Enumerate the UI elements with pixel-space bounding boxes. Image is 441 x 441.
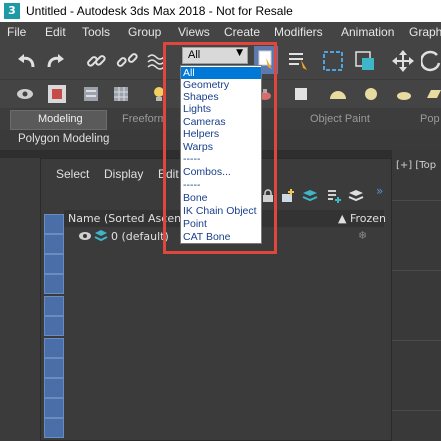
menu-graph[interactable]: Graph xyxy=(409,25,441,39)
shape-dome-icon[interactable] xyxy=(328,86,348,102)
menu-create[interactable]: Create xyxy=(224,25,260,39)
menu-file[interactable]: File xyxy=(7,25,26,39)
redo-icon[interactable] xyxy=(44,50,68,72)
rectangular-selection-icon[interactable] xyxy=(320,48,346,74)
tab-modeling[interactable]: Modeling xyxy=(38,113,83,125)
grid-icon[interactable] xyxy=(112,85,130,103)
sidebar-xref-icon[interactable] xyxy=(44,358,64,378)
sidebar-snow-icon[interactable] xyxy=(44,418,64,438)
menu-bar: File Edit Tools Group Views Create Modif… xyxy=(0,22,441,42)
sidebar-warp-icon[interactable] xyxy=(44,316,64,336)
link-icon[interactable] xyxy=(84,50,108,72)
menu-views[interactable]: Views xyxy=(178,25,210,39)
select-by-name-icon[interactable] xyxy=(286,49,312,73)
scene-menu-display[interactable]: Display xyxy=(104,167,143,181)
rotate-icon[interactable] xyxy=(420,48,441,74)
highlight-annotation-box xyxy=(163,42,277,254)
eye-icon[interactable] xyxy=(16,86,34,102)
layer-toggle-icon[interactable] xyxy=(348,188,364,204)
sidebar-sphere-icon[interactable] xyxy=(44,214,64,234)
grid-line xyxy=(392,340,441,341)
menu-group[interactable]: Group xyxy=(128,25,161,39)
unlink-icon[interactable] xyxy=(115,50,139,72)
menu-tools[interactable]: Tools xyxy=(82,25,110,39)
move-icon[interactable] xyxy=(390,48,416,74)
layer-default-label[interactable]: 0 (default) xyxy=(111,230,169,243)
title-bar: 3 Untitled - Autodesk 3ds Max 2018 - Not… xyxy=(0,0,441,22)
sidebar-group-icon[interactable] xyxy=(44,338,64,358)
layers-stack-icon[interactable] xyxy=(302,188,318,204)
column-frozen-header[interactable]: ▲ Frozen xyxy=(338,212,386,225)
sidebar-helper-icon[interactable] xyxy=(44,296,64,316)
frozen-snowflake-icon[interactable]: ❄ xyxy=(358,229,367,242)
layer-manager-icon[interactable] xyxy=(82,85,100,103)
sidebar-shapes-icon[interactable] xyxy=(44,234,64,254)
scene-menu-select[interactable]: Select xyxy=(56,167,89,181)
menu-animation[interactable]: Animation xyxy=(341,25,394,39)
shape-cube-icon[interactable] xyxy=(292,85,310,103)
left-dock xyxy=(0,158,40,441)
viewport-label[interactable]: [+] [Top xyxy=(396,160,436,171)
scene-explorer-toggle-icon[interactable] xyxy=(48,85,66,103)
expand-arrows-icon[interactable]: » xyxy=(376,184,383,198)
layer-icon xyxy=(94,229,108,243)
shape-plane-icon[interactable] xyxy=(426,86,441,102)
top-viewport[interactable]: [+] [Top xyxy=(392,150,441,441)
sidebar-particle-icon[interactable] xyxy=(44,398,64,418)
undo-icon[interactable] xyxy=(14,50,38,72)
app-icon: 3 xyxy=(4,3,20,19)
menu-edit[interactable]: Edit xyxy=(45,25,66,39)
tab-object-paint[interactable]: Object Paint xyxy=(310,113,370,125)
tab-populate[interactable]: Pop xyxy=(420,113,440,125)
add-to-layer-icon[interactable] xyxy=(326,188,342,204)
sidebar-light-icon[interactable] xyxy=(44,254,64,274)
menu-modifiers[interactable]: Modifiers xyxy=(274,25,323,39)
shape-teapot-icon[interactable] xyxy=(394,86,414,102)
sidebar-bone-icon[interactable] xyxy=(44,378,64,398)
grid-line xyxy=(392,270,441,271)
sidebar-camera-icon[interactable] xyxy=(44,274,64,294)
create-layer-icon[interactable] xyxy=(280,188,296,204)
tab-freeform[interactable]: Freeform xyxy=(122,113,167,125)
window-crossing-icon[interactable] xyxy=(352,48,378,74)
shape-sphere-icon[interactable] xyxy=(362,85,380,103)
grid-line xyxy=(392,410,441,411)
subtab-polygon-modeling[interactable]: Polygon Modeling xyxy=(18,133,109,145)
visibility-eye-icon[interactable] xyxy=(78,231,92,241)
grid-line xyxy=(392,200,441,201)
window-title: Untitled - Autodesk 3ds Max 2018 - Not f… xyxy=(26,4,293,18)
